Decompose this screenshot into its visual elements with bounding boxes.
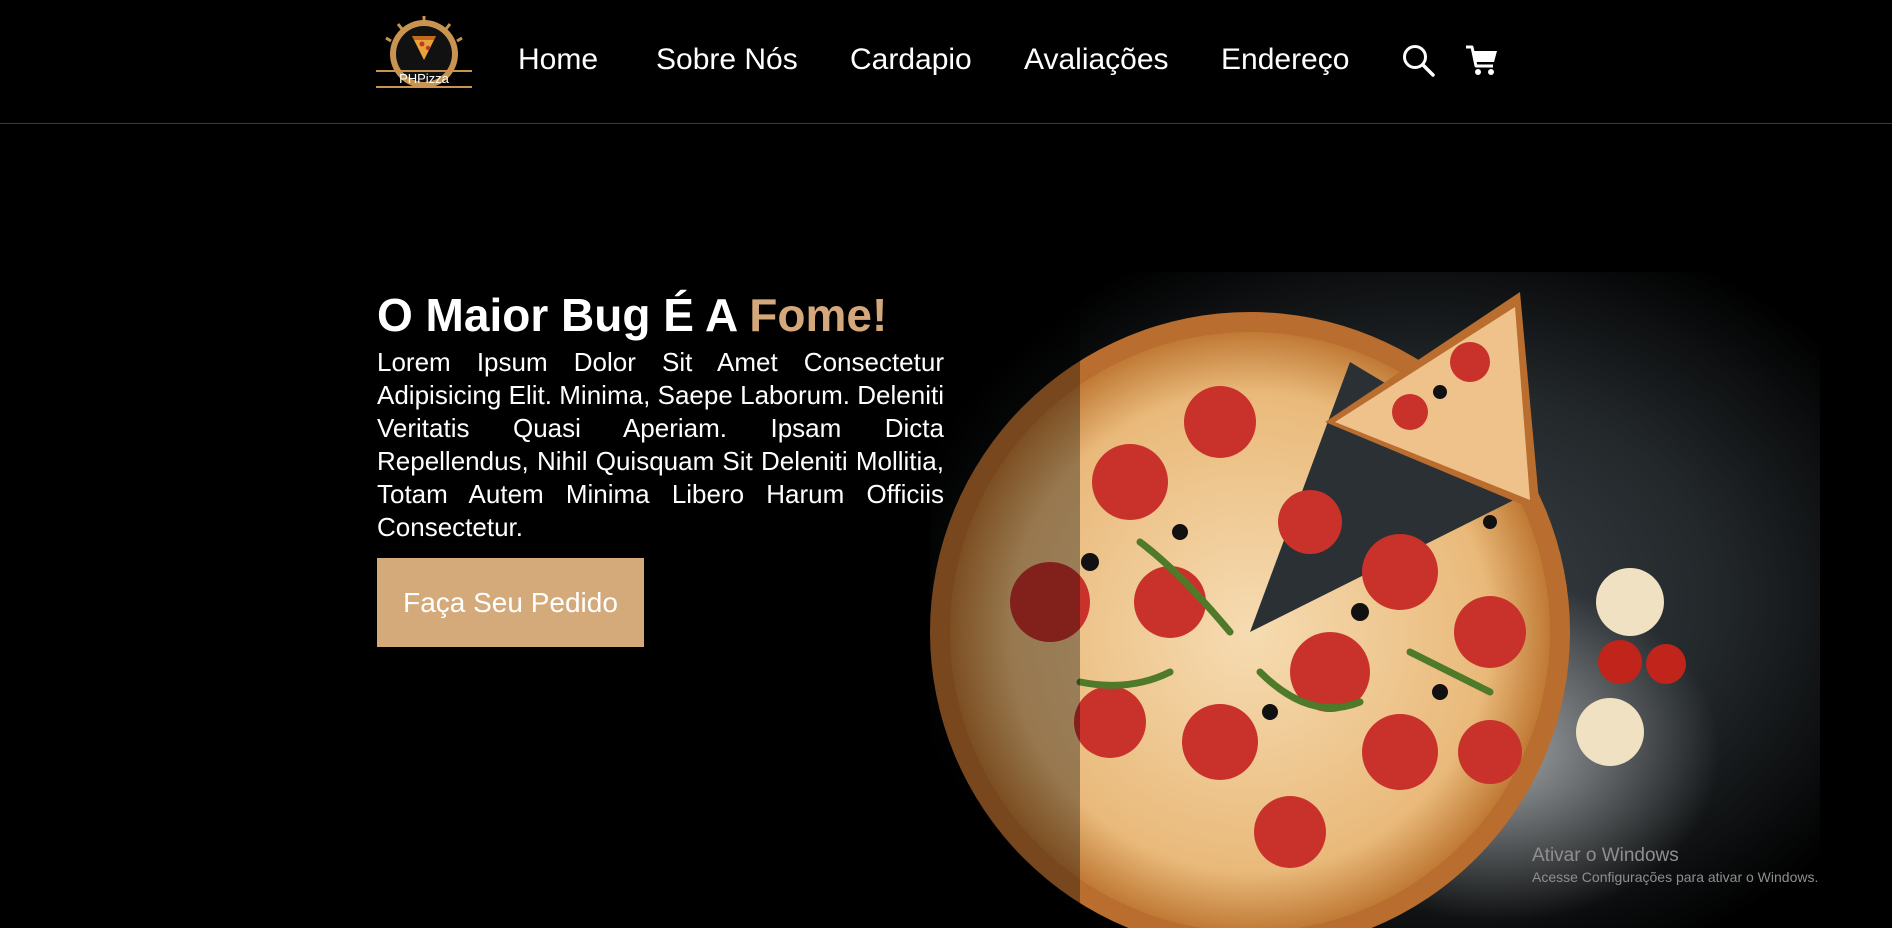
search-icon[interactable] — [1400, 42, 1436, 78]
hero-content: O Maior Bug É A Fome! Lorem Ipsum Dolor … — [377, 284, 944, 544]
nav-cardapio[interactable]: Cardapio — [850, 40, 972, 80]
windows-activation-watermark: Ativar o Windows Acesse Configurações pa… — [1532, 844, 1818, 886]
pizza-image — [930, 272, 1820, 928]
order-button[interactable]: Faça Seu Pedido — [377, 558, 644, 647]
logo[interactable]: PHPizza — [376, 16, 472, 96]
hero-title-main: O Maior Bug É A — [377, 289, 750, 341]
logo-text: PHPizza — [399, 71, 450, 86]
hero-title: O Maior Bug É A Fome! — [377, 284, 944, 346]
nav-endereco[interactable]: Endereço — [1221, 40, 1349, 80]
hero-title-accent: Fome! — [749, 289, 888, 341]
watermark-subtitle: Acesse Configurações para ativar o Windo… — [1532, 869, 1819, 885]
site-header: PHPizza Home Sobre Nós Cardapio Avaliaçõ… — [0, 0, 1892, 124]
nav-sobre-nos[interactable]: Sobre Nós — [656, 40, 798, 80]
nav-avaliacoes[interactable]: Avaliações — [1024, 40, 1169, 80]
watermark-title: Ativar o Windows — [1532, 845, 1679, 866]
hero-description: Lorem Ipsum Dolor Sit Amet Consectetur A… — [377, 347, 944, 542]
nav-home[interactable]: Home — [518, 40, 598, 80]
cart-icon[interactable] — [1464, 42, 1500, 78]
